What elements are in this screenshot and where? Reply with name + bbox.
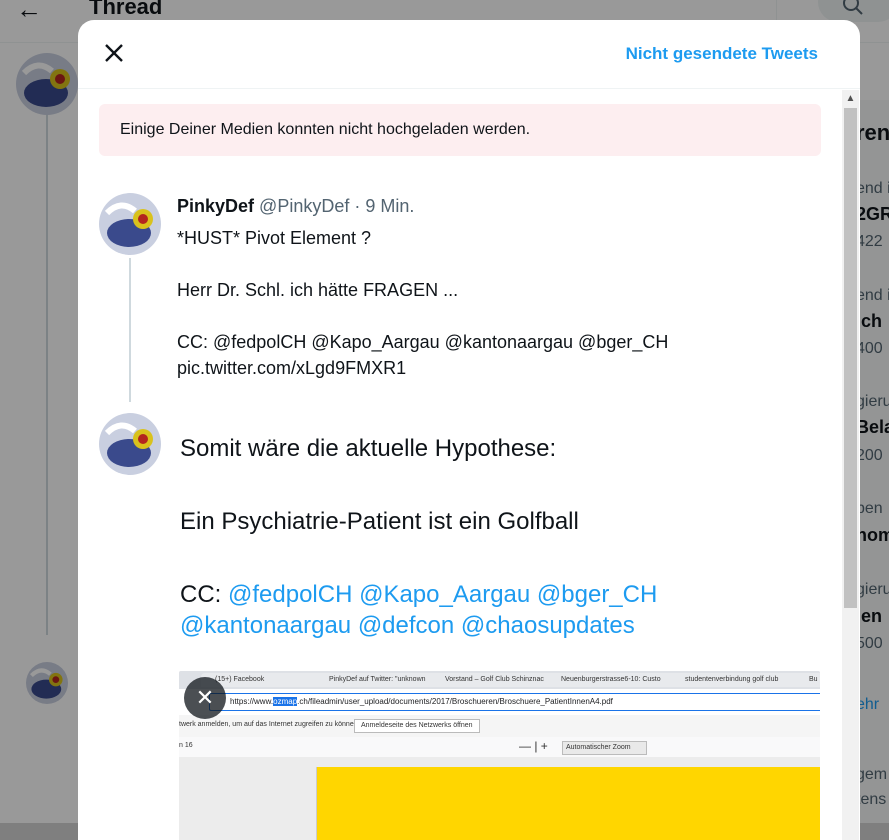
browser-tab: Neuenburgerstrasse6-10: Custo× <box>547 673 681 687</box>
pdf-viewer <box>179 757 820 840</box>
pdf-page <box>316 767 820 840</box>
draft-line: Ein Psychiatrie-Patient ist ein Golfball <box>180 508 579 535</box>
avatar[interactable] <box>99 413 161 475</box>
display-name: PinkyDef <box>177 196 255 216</box>
avatar[interactable] <box>99 193 161 255</box>
tweet-line: pic.twitter.com/xLgd9FMXR1 <box>177 358 407 378</box>
scrollbar[interactable]: ▲ <box>842 90 859 840</box>
browser-tab: PinkyDef auf Twitter: "unknown× <box>315 673 441 687</box>
tweet-line: *HUST* Pivot Element ? <box>177 228 372 248</box>
draft-line: Somit wäre die aktuelle Hypothese: <box>180 435 557 462</box>
unsent-tweets-link[interactable]: Nicht gesendete Tweets <box>626 44 818 64</box>
network-notice: twerk anmelden, um auf das Internet zugr… <box>179 715 820 737</box>
tweet-line: Herr Dr. Schl. ich hätte FRAGEN ... <box>177 280 459 300</box>
close-button[interactable] <box>96 36 132 72</box>
modal-header: Nicht gesendete Tweets <box>78 20 860 89</box>
remove-media-button[interactable]: ✕ <box>184 677 226 719</box>
pdf-toolbar: n 16 — | + Automatischer Zoom <box>179 737 820 758</box>
thread-connector <box>129 258 131 402</box>
browser-tabbar: (15+) Facebook× PinkyDef auf Twitter: "u… <box>179 671 820 689</box>
scroll-thumb[interactable] <box>844 108 857 608</box>
url-field: https://www.ozmap.ch/fileadmin/user_uplo… <box>209 693 820 711</box>
close-icon <box>104 38 124 70</box>
browser-tab: Vorstand – Golf Club Schinznac× <box>431 673 557 687</box>
draft-textarea[interactable]: Somit wäre die aktuelle Hypothese: Ein P… <box>180 433 657 641</box>
error-banner: Einige Deiner Medien konnten nicht hochg… <box>99 104 821 156</box>
tweet-line: CC: @fedpolCH @Kapo_Aargau @kantonaargau… <box>177 332 669 352</box>
cc-prefix: CC: <box>180 581 228 608</box>
close-icon: ✕ <box>195 685 215 710</box>
tweet-text: *HUST* Pivot Element ? Herr Dr. Schl. ic… <box>177 225 668 381</box>
attached-image: (15+) Facebook× PinkyDef auf Twitter: "u… <box>179 671 820 840</box>
browser-tab: Bu <box>795 673 820 687</box>
scroll-up-icon[interactable]: ▲ <box>842 90 859 107</box>
draft-cc-line: CC: @fedpolCH @Kapo_Aargau @bger_CH <box>180 579 657 610</box>
handle-and-time: @PinkyDef · 9 Min. <box>259 196 415 216</box>
mentions: @kantonaargau @defcon @chaosupdates <box>180 612 635 639</box>
browser-tab: studentenverbindung golf club× <box>671 673 805 687</box>
browser-addressbar: https://www.ozmap.ch/fileadmin/user_uplo… <box>179 689 820 716</box>
mentions: @fedpolCH @Kapo_Aargau @bger_CH <box>228 581 658 608</box>
compose-modal: Nicht gesendete Tweets ▲ Einige Deiner M… <box>78 20 860 840</box>
tweet-author: PinkyDef @PinkyDef · 9 Min. <box>177 196 414 217</box>
error-message: Einige Deiner Medien konnten nicht hochg… <box>120 121 531 138</box>
